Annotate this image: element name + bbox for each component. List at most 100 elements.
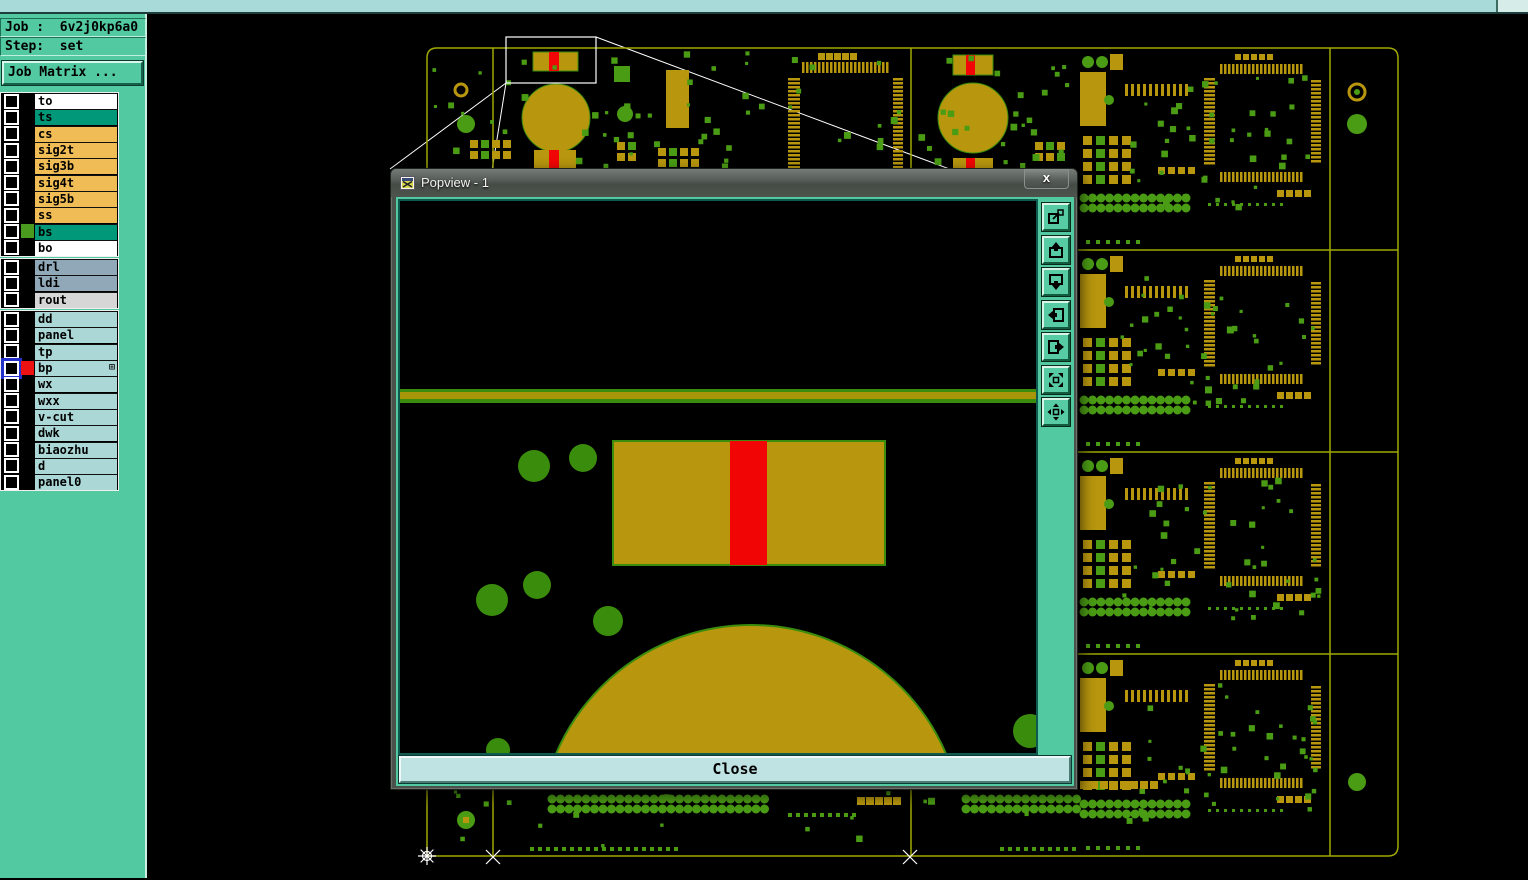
popview-expand-view-button[interactable] [1041, 397, 1071, 427]
layer-row-rout[interactable]: rout [1, 291, 118, 308]
layer-row-sig5b[interactable]: sig5b [1, 190, 118, 207]
layer-label-biaozhu[interactable]: biaozhu [35, 441, 117, 458]
layer-row-ts[interactable]: ts [1, 109, 118, 126]
layer-row-to[interactable]: to [1, 93, 118, 110]
layer-label-dd[interactable]: dd [35, 311, 117, 328]
layer-row-bp[interactable]: bp ⊞ [0, 357, 118, 379]
layer-row-drl[interactable]: drl [1, 259, 118, 276]
layer-label-panel0[interactable]: panel0 [35, 474, 117, 491]
layer-row-dd[interactable]: dd [1, 311, 118, 328]
layer-label-v-cut[interactable]: v-cut [35, 408, 117, 425]
layer-checkbox-biaozhu[interactable] [3, 442, 19, 458]
layer-row-sig3b[interactable]: sig3b [1, 158, 118, 175]
layer-row-dwk[interactable]: dwk [1, 425, 118, 442]
layer-checkbox-wx[interactable] [3, 376, 19, 392]
layer-grid-icon[interactable]: ⊞ [109, 363, 115, 373]
layer-row-sig4t[interactable]: sig4t [1, 174, 118, 191]
layer-label-d[interactable]: d [35, 457, 117, 474]
layer-row-wxx[interactable]: wxx [1, 392, 118, 409]
layer-checkbox-sig5b[interactable] [3, 191, 19, 207]
layer-label-sig4t[interactable]: sig4t [35, 174, 117, 191]
popview-pan-left-button[interactable] [1041, 299, 1071, 330]
layer-checkbox-dd[interactable] [3, 311, 19, 327]
layer-color-swatch-bs[interactable] [21, 224, 34, 239]
layer-row-biaozhu[interactable]: biaozhu [1, 441, 118, 458]
layer-label-cs[interactable]: cs [35, 125, 117, 142]
layer-checkbox-tp[interactable] [3, 344, 19, 360]
layer-checkbox-bo[interactable] [3, 240, 19, 256]
layer-checkbox-dwk[interactable] [3, 425, 19, 441]
layer-checkbox-v-cut[interactable] [3, 409, 19, 425]
layer-label-bs[interactable]: bs [35, 223, 117, 240]
layer-row-panel[interactable]: panel [1, 327, 118, 344]
popview-zoom-to-center-button[interactable] [1041, 364, 1071, 395]
layer-visibility-cell [1, 126, 21, 142]
layer-label-ts[interactable]: ts [35, 109, 117, 126]
layer-color-swatch-cell [21, 109, 35, 125]
popview-pan-down-button[interactable] [1041, 267, 1071, 297]
layer-checkbox-sig3b[interactable] [3, 158, 19, 174]
layer-checkbox-ss[interactable] [3, 207, 19, 223]
layer-label-bo[interactable]: bo [35, 239, 117, 256]
layer-visibility-cell [1, 109, 21, 125]
layer-label-ss[interactable]: ss [35, 207, 117, 224]
layer-checkbox-panel0[interactable] [3, 474, 19, 490]
layer-row-d[interactable]: d [1, 457, 118, 474]
layer-label-ldi[interactable]: ldi [35, 275, 117, 292]
layer-label-rout[interactable]: rout [35, 291, 117, 308]
layer-checkbox-rout[interactable] [3, 292, 19, 308]
layer-color-swatch-bp[interactable] [21, 360, 34, 375]
layer-visibility-cell [1, 207, 21, 223]
popview-clone-view-button[interactable] [1041, 202, 1071, 232]
layer-label-to[interactable]: to [35, 93, 117, 110]
layer-label-bp[interactable]: bp ⊞ [35, 360, 117, 377]
layer-checkbox-ts[interactable] [3, 109, 19, 125]
layer-row-bs[interactable]: bs [1, 223, 118, 240]
layer-row-sig2t[interactable]: sig2t [1, 142, 118, 159]
layer-visibility-cell [1, 259, 21, 275]
layer-checkbox-drl[interactable] [3, 259, 19, 275]
layer-label-wxx[interactable]: wxx [35, 392, 117, 409]
layer-row-v-cut[interactable]: v-cut [1, 408, 118, 425]
job-matrix-button[interactable]: Job Matrix ... [1, 60, 144, 86]
layer-checkbox-sig2t[interactable] [3, 142, 19, 158]
layer-row-bo[interactable]: bo [1, 239, 118, 256]
layer-label-panel[interactable]: panel [35, 327, 117, 344]
layer-checkbox-cs[interactable] [3, 126, 19, 142]
layer-checkbox-bs[interactable] [3, 224, 19, 240]
popview-pan-right-button[interactable] [1041, 332, 1071, 362]
layer-checkbox-sig4t[interactable] [3, 175, 19, 191]
layer-label-drl[interactable]: drl [35, 259, 117, 276]
layer-row-panel0[interactable]: panel0 [1, 474, 118, 491]
layer-visibility-cell [1, 158, 21, 174]
layer-checkbox-panel[interactable] [3, 327, 19, 343]
layer-checkbox-bp[interactable] [0, 357, 22, 379]
layer-checkbox-ldi[interactable] [3, 275, 19, 291]
layer-checkbox-d[interactable] [3, 458, 19, 474]
layer-checkbox-wxx[interactable] [3, 393, 19, 409]
popview-titlebar[interactable]: Popview - 1 x [391, 169, 1077, 197]
popview-canvas[interactable] [398, 199, 1038, 755]
layer-color-swatch-cell [21, 275, 35, 291]
layer-row-wx[interactable]: wx [1, 376, 118, 393]
layer-color-swatch-cell [21, 311, 35, 327]
popview-close-x-button[interactable]: x [1024, 169, 1069, 189]
layer-label-sig5b[interactable]: sig5b [35, 190, 117, 207]
job-step-field[interactable]: Step: set [0, 37, 146, 56]
layer-row-tp[interactable]: tp [1, 343, 118, 360]
popview-pan-up-button[interactable] [1041, 234, 1071, 265]
layer-row-cs[interactable]: cs [1, 125, 118, 142]
layer-label-sig2t[interactable]: sig2t [35, 142, 117, 159]
job-name-field[interactable]: Job : 6v2j0kp6a0 [0, 18, 146, 37]
layer-label-sig3b[interactable]: sig3b [35, 158, 117, 175]
layer-label-dwk[interactable]: dwk [35, 425, 117, 442]
popview-close-button[interactable]: Close [398, 755, 1072, 784]
popview-client-area: Close [396, 197, 1074, 786]
layer-visibility-cell [1, 142, 21, 158]
layer-row-ldi[interactable]: ldi [1, 275, 118, 292]
layer-label-tp[interactable]: tp [35, 343, 117, 360]
layer-color-swatch-cell [21, 142, 35, 158]
layer-label-wx[interactable]: wx [35, 376, 117, 393]
layer-checkbox-to[interactable] [3, 93, 19, 109]
layer-row-ss[interactable]: ss [1, 207, 118, 224]
